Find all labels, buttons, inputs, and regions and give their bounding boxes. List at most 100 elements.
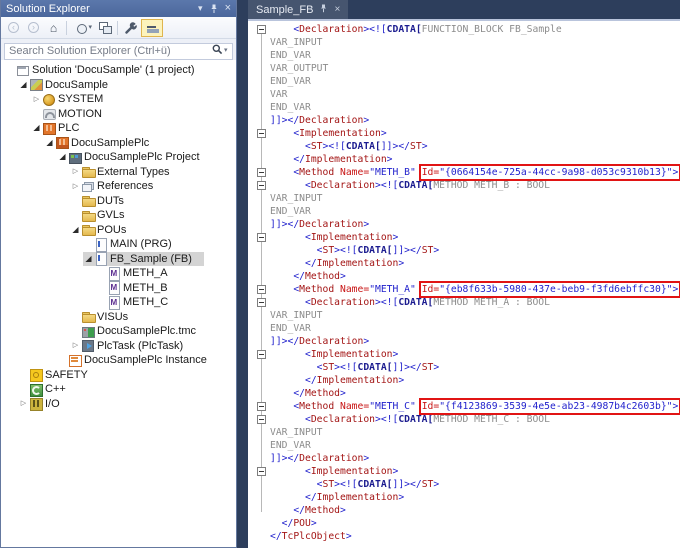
views-dropdown-button[interactable]	[70, 19, 94, 37]
expander-icon[interactable]: ▷	[70, 168, 81, 175]
fold-collapse-box[interactable]	[257, 415, 266, 424]
code-line[interactable]: <Method Name="METH_A" Id="{eb8f633b-5980…	[270, 281, 680, 298]
code-line[interactable]: <Declaration><![CDATA[METHOD METH_C : BO…	[270, 413, 680, 426]
expander-icon[interactable]: ◢	[83, 254, 94, 263]
close-icon[interactable]: ×	[334, 4, 340, 15]
tree-item[interactable]: METH_B	[1, 281, 236, 296]
code-line[interactable]: END_VAR	[270, 322, 680, 335]
tree-item[interactable]: GVLs	[1, 208, 236, 223]
fold-collapse-box[interactable]	[257, 350, 266, 359]
code-line[interactable]: END_VAR	[270, 205, 680, 218]
code-line[interactable]: <Declaration><![CDATA[FUNCTION_BLOCK FB_…	[270, 23, 680, 36]
tree-item[interactable]: ▷ External Types	[1, 165, 236, 180]
code-line[interactable]: <Implementation>	[270, 348, 680, 361]
tree-item[interactable]: ◢ DocuSamplePlc Project	[1, 150, 236, 165]
code-line[interactable]: ]]></Declaration>	[270, 335, 680, 348]
expander-icon[interactable]: ◢	[18, 80, 29, 89]
code-line[interactable]: </Method>	[270, 504, 680, 517]
tree-item[interactable]: METH_C	[1, 295, 236, 310]
fold-collapse-box[interactable]	[257, 233, 266, 242]
expander-icon[interactable]: ▷	[31, 96, 42, 103]
code-line[interactable]: </Method>	[270, 387, 680, 400]
back-button[interactable]: ‹	[4, 19, 23, 37]
tree-item[interactable]: ▷ References	[1, 179, 236, 194]
code-line[interactable]: ]]></Declaration>	[270, 218, 680, 231]
window-position-icon[interactable]: ▾	[198, 4, 203, 13]
fold-collapse-box[interactable]	[257, 285, 266, 294]
expander-icon[interactable]: ◢	[44, 138, 55, 147]
code-line[interactable]: VAR_INPUT	[270, 36, 680, 49]
code-line[interactable]: <Declaration><![CDATA[METHOD METH_A : BO…	[270, 296, 680, 309]
fold-collapse-box[interactable]	[257, 181, 266, 190]
code-line[interactable]: <Implementation>	[270, 465, 680, 478]
code-line[interactable]: </POU>	[270, 517, 680, 530]
expander-icon[interactable]: ◢	[70, 225, 81, 234]
tree-item[interactable]: METH_A	[1, 266, 236, 281]
code-line[interactable]: </Implementation>	[270, 153, 680, 166]
code-line[interactable]: END_VAR	[270, 49, 680, 62]
code-line[interactable]: VAR_INPUT	[270, 426, 680, 439]
fold-collapse-box[interactable]	[257, 298, 266, 307]
expander-icon[interactable]: ▷	[18, 400, 29, 407]
code-area[interactable]: <Declaration><![CDATA[FUNCTION_BLOCK FB_…	[270, 23, 680, 543]
tree-item[interactable]: MAIN (PRG)	[1, 237, 236, 252]
tree-item[interactable]: DocuSamplePlc.tmc	[1, 324, 236, 339]
sync-active-document-button[interactable]	[95, 19, 114, 37]
tree-item[interactable]: ◢ POUs	[1, 223, 236, 238]
search-input[interactable]	[4, 42, 233, 60]
tab-sample-fb[interactable]: Sample_FB ×	[248, 0, 349, 19]
code-line[interactable]: <Method Name="METH_B" Id="{0664154e-725a…	[270, 164, 680, 181]
forward-button[interactable]: ›	[24, 19, 43, 37]
tree-item[interactable]: ◢ DocuSample	[1, 78, 236, 93]
tree-item[interactable]: ▷ PlcTask (PlcTask)	[1, 339, 236, 354]
code-line[interactable]: END_VAR	[270, 75, 680, 88]
code-line[interactable]: <ST><![CDATA[]]></ST>	[270, 478, 680, 491]
code-line[interactable]: </Method>	[270, 270, 680, 283]
code-line[interactable]: <ST><![CDATA[]]></ST>	[270, 361, 680, 374]
tree-item[interactable]: VISUs	[1, 310, 236, 325]
tree-item[interactable]: SAFETY	[1, 368, 236, 383]
search-icon[interactable]: ▾	[212, 43, 230, 56]
code-line[interactable]: <Implementation>	[270, 231, 680, 244]
xml-editor[interactable]: <Declaration><![CDATA[FUNCTION_BLOCK FB_…	[248, 21, 680, 548]
code-line[interactable]: VAR	[270, 88, 680, 101]
tree-item[interactable]: DUTs	[1, 194, 236, 209]
pin-icon[interactable]	[320, 4, 327, 16]
fold-collapse-box[interactable]	[257, 25, 266, 34]
code-line[interactable]: </Implementation>	[270, 491, 680, 504]
code-line[interactable]: ]]></Declaration>	[270, 114, 680, 127]
expander-icon[interactable]: ▷	[70, 183, 81, 190]
code-line[interactable]: <Implementation>	[270, 127, 680, 140]
code-line[interactable]: <ST><![CDATA[]]></ST>	[270, 244, 680, 257]
code-line[interactable]: </TcPlcObject>	[270, 530, 680, 543]
code-line[interactable]: ]]></Declaration>	[270, 452, 680, 465]
code-line[interactable]: <Declaration><![CDATA[METHOD METH_B : BO…	[270, 179, 680, 192]
properties-wrench-button[interactable]	[121, 19, 140, 37]
code-line[interactable]: <Method Name="METH_C" Id="{f4123869-3539…	[270, 398, 680, 415]
close-icon[interactable]: ×	[225, 3, 231, 14]
fold-collapse-box[interactable]	[257, 402, 266, 411]
code-line[interactable]: </Implementation>	[270, 257, 680, 270]
home-button[interactable]: ⌂	[44, 19, 63, 37]
tree-item[interactable]: ◢ PLC	[1, 121, 236, 136]
expander-icon[interactable]: ◢	[31, 124, 42, 132]
pin-icon[interactable]	[210, 4, 218, 14]
code-line[interactable]: </Implementation>	[270, 374, 680, 387]
tree-item[interactable]: Solution 'DocuSample' (1 project)	[1, 63, 236, 78]
tree-item[interactable]: ▷ SYSTEM	[1, 92, 236, 107]
expander-icon[interactable]: ▷	[70, 342, 81, 349]
tree-item[interactable]: C++	[1, 382, 236, 397]
code-line[interactable]: <ST><![CDATA[]]></ST>	[270, 140, 680, 153]
tree-item[interactable]: DocuSamplePlc Instance	[1, 353, 236, 368]
fold-collapse-box[interactable]	[257, 129, 266, 138]
code-line[interactable]: VAR_OUTPUT	[270, 62, 680, 75]
fold-collapse-box[interactable]	[257, 467, 266, 476]
code-line[interactable]: VAR_INPUT	[270, 192, 680, 205]
code-line[interactable]: END_VAR	[270, 439, 680, 452]
tree-item[interactable]: MOTION	[1, 107, 236, 122]
preview-selected-items-button[interactable]	[141, 18, 163, 37]
tree-item[interactable]: ▷ I/O	[1, 397, 236, 412]
expander-icon[interactable]: ◢	[57, 153, 68, 161]
tree-item[interactable]: ◢ FB_Sample (FB)	[1, 251, 236, 267]
code-line[interactable]: VAR_INPUT	[270, 309, 680, 322]
